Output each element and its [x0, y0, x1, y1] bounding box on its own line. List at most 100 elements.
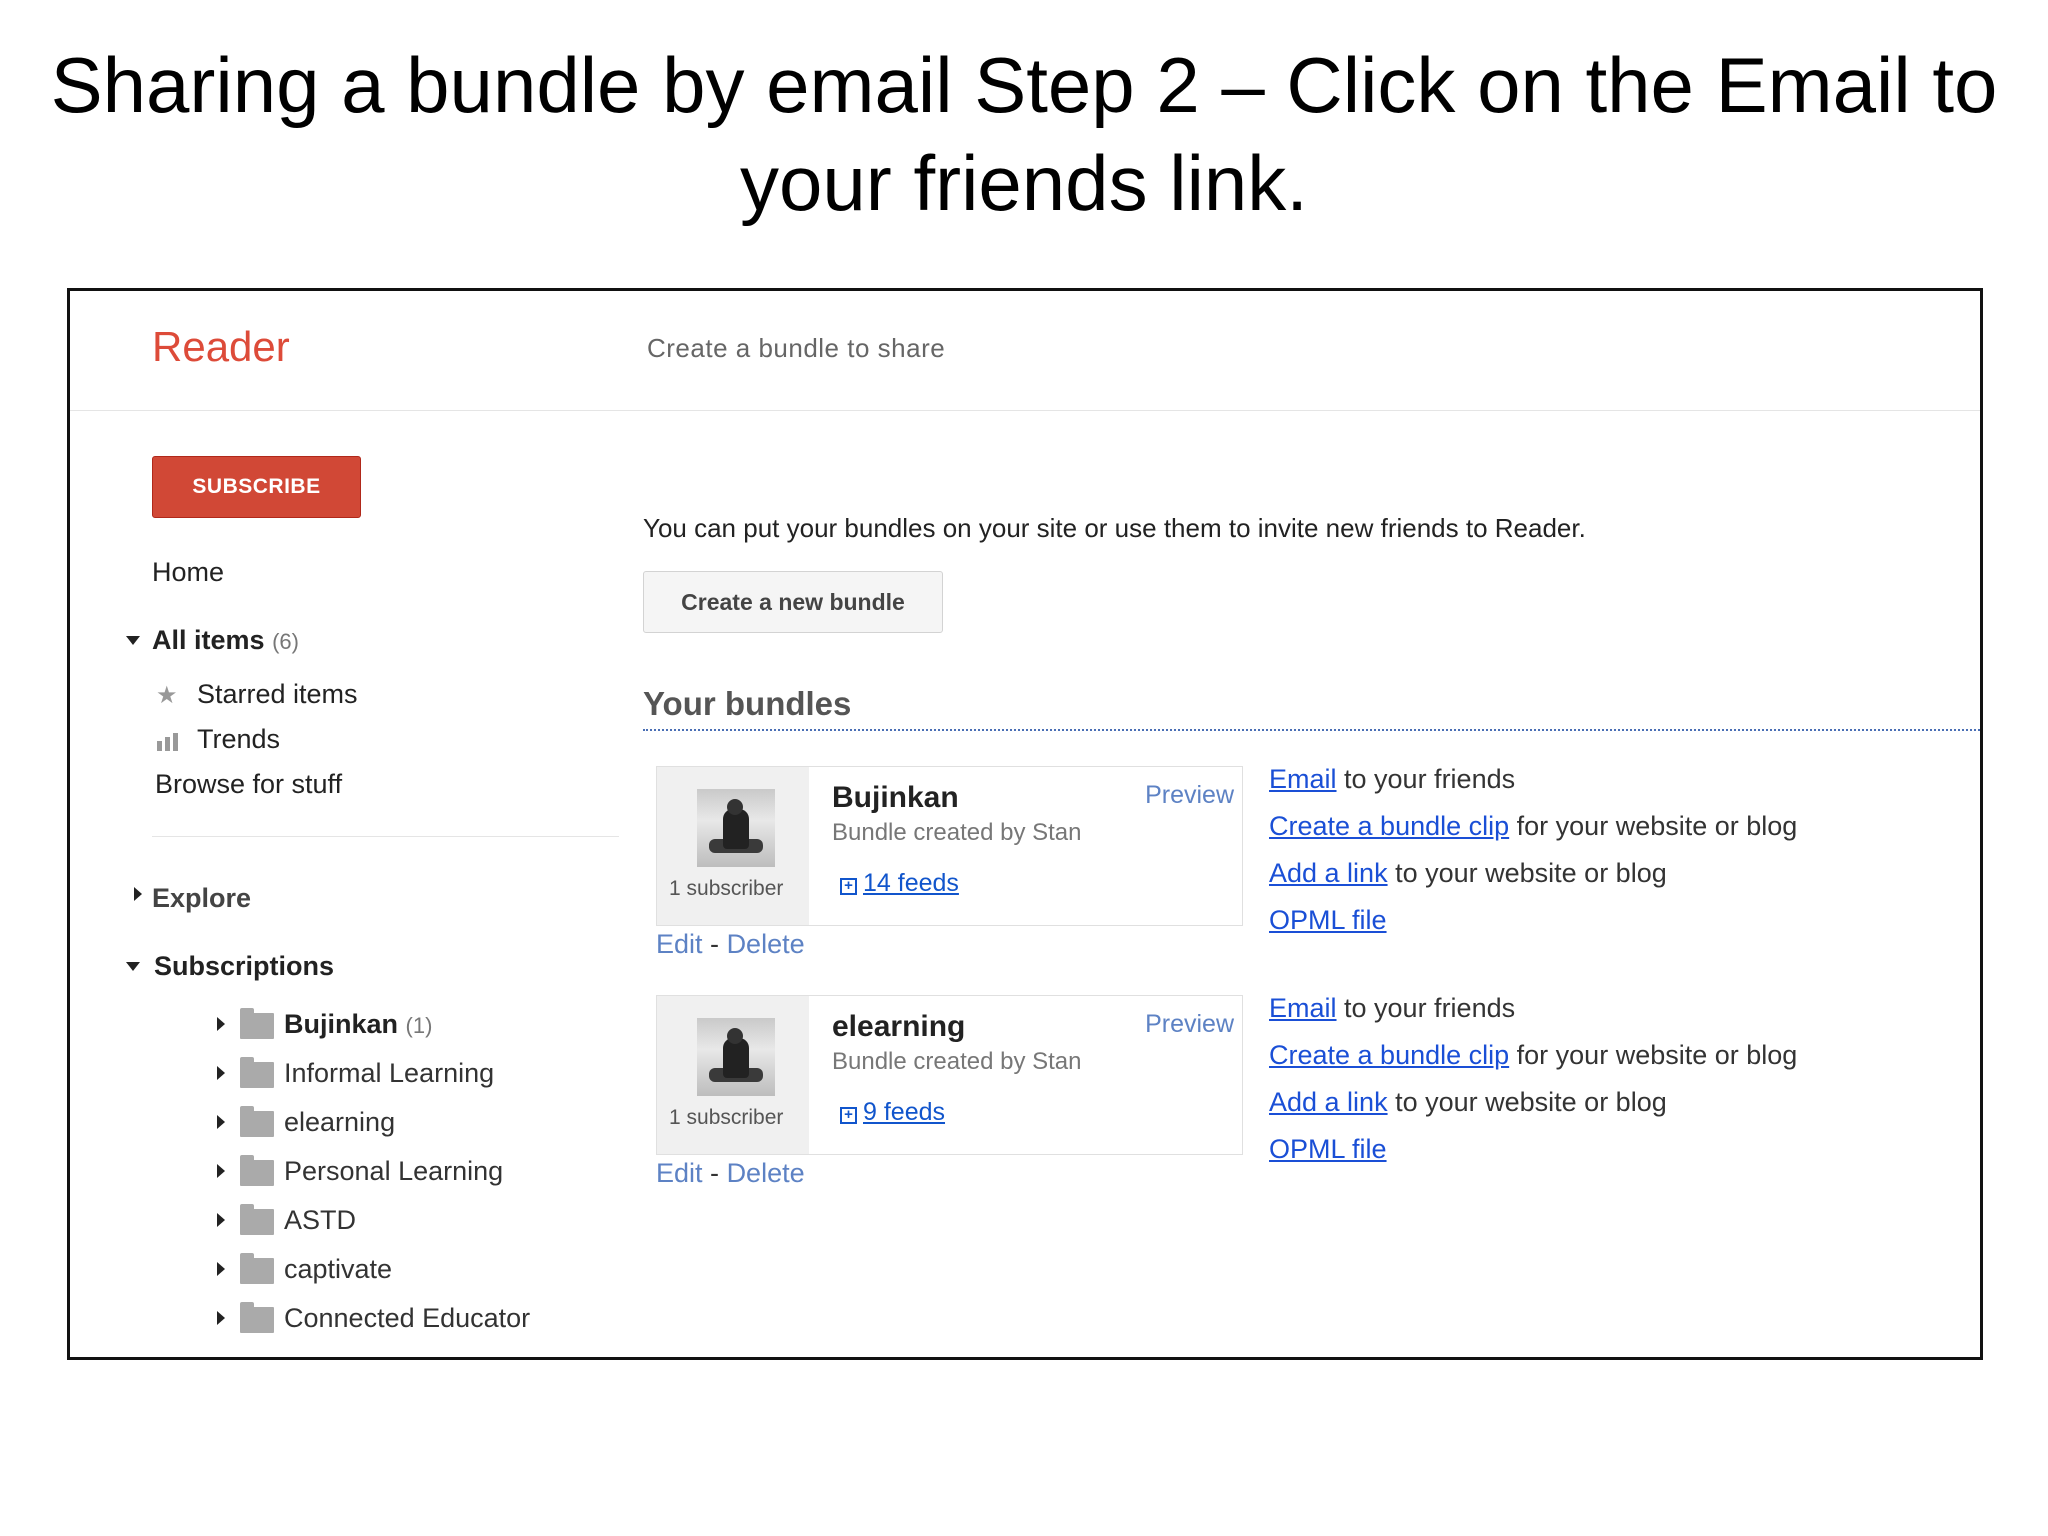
delete-link[interactable]: Delete: [727, 929, 805, 959]
bundle-creator: Bundle created by Stan: [832, 1048, 1082, 1075]
intro-text: You can put your bundles on your site or…: [643, 513, 1586, 543]
sidebar-divider: [152, 836, 619, 837]
add-link-link[interactable]: Add a link: [1269, 1087, 1388, 1117]
folder-label: elearning: [284, 1107, 396, 1137]
bundle-name: elearning: [832, 1010, 966, 1043]
folder-label: Bujinkan (1): [284, 1009, 432, 1040]
folder-icon: [240, 1008, 274, 1039]
opml-file-link[interactable]: OPML file: [1269, 1134, 1387, 1164]
folder-icon: [240, 1302, 274, 1333]
bundle-edit-row: Edit - Delete: [656, 929, 805, 960]
email-link[interactable]: Email: [1269, 993, 1337, 1023]
nav-all-items[interactable]: All items (6): [152, 625, 299, 656]
folder-label: Connected Educator: [284, 1303, 531, 1333]
subscriber-count: 1 subscriber: [669, 877, 784, 900]
expand-plus-icon: +: [840, 1107, 857, 1124]
action-text: for your website or blog: [1509, 1040, 1798, 1070]
folder-item[interactable]: Personal Learning: [142, 1154, 582, 1194]
subscriber-count: 1 subscriber: [669, 1106, 784, 1129]
folder-item[interactable]: captivate: [142, 1252, 582, 1292]
edit-link[interactable]: Edit: [656, 1158, 703, 1188]
bundle-actions: Email to your friends Create a bundle cl…: [1269, 988, 1797, 1176]
expand-arrow-icon[interactable]: [134, 887, 142, 901]
feeds-link[interactable]: +14 feeds: [840, 869, 959, 898]
star-icon: ★: [156, 682, 178, 709]
section-title: Your bundles: [643, 685, 852, 722]
action-email: Email to your friends: [1269, 988, 1797, 1035]
folder-label: captivate: [284, 1254, 393, 1284]
edit-link[interactable]: Edit: [656, 929, 703, 959]
collapse-arrow-icon[interactable]: [126, 636, 140, 645]
folder-count: (1): [405, 1013, 433, 1038]
action-opml: OPML file: [1269, 1129, 1797, 1176]
folder-icon: [240, 1106, 274, 1137]
nav-explore[interactable]: Explore: [152, 883, 251, 914]
nav-browse[interactable]: Browse for stuff: [155, 769, 342, 800]
bundle-actions: Email to your friends Create a bundle cl…: [1269, 759, 1797, 947]
expand-arrow-icon[interactable]: [217, 1066, 225, 1080]
folder-label: Personal Learning: [284, 1156, 504, 1186]
folder-label: Informal Learning: [284, 1058, 495, 1088]
feeds-link[interactable]: +9 feeds: [840, 1098, 945, 1127]
folder-label: ASTD: [284, 1205, 357, 1235]
bundle-creator: Bundle created by Stan: [832, 819, 1082, 846]
folder-icon: [240, 1155, 274, 1186]
expand-arrow-icon[interactable]: [217, 1213, 225, 1227]
subscribe-button[interactable]: SUBSCRIBE: [152, 456, 361, 518]
opml-file-link[interactable]: OPML file: [1269, 905, 1387, 935]
folder-item[interactable]: Informal Learning: [142, 1056, 582, 1096]
bundle-card: 1 subscriber elearning Bundle created by…: [656, 995, 1243, 1155]
action-add-link: Add a link to your website or blog: [1269, 853, 1797, 900]
action-text: for your website or blog: [1509, 811, 1798, 841]
nav-home[interactable]: Home: [152, 557, 224, 588]
add-link-link[interactable]: Add a link: [1269, 858, 1388, 888]
delete-link[interactable]: Delete: [727, 1158, 805, 1188]
reader-logo[interactable]: Reader: [152, 323, 290, 371]
feeds-count: 14 feeds: [863, 869, 959, 897]
bundle-clip-link[interactable]: Create a bundle clip: [1269, 811, 1509, 841]
slide-title-line-1: Sharing a bundle by email Step 2 – Click…: [50, 41, 1998, 129]
slide-title: Sharing a bundle by email Step 2 – Click…: [0, 36, 2048, 232]
bundle-name: Bujinkan: [832, 781, 959, 814]
expand-arrow-icon[interactable]: [217, 1262, 225, 1276]
create-bundle-button[interactable]: Create a new bundle: [643, 571, 943, 633]
bundle-avatar: [697, 1018, 775, 1096]
page-heading: Create a bundle to share: [647, 333, 946, 363]
expand-arrow-icon[interactable]: [217, 1115, 225, 1129]
action-add-link: Add a link to your website or blog: [1269, 1082, 1797, 1129]
action-text: to your friends: [1336, 764, 1516, 794]
folder-item[interactable]: ASTD: [142, 1203, 582, 1243]
action-bundle-clip: Create a bundle clip for your website or…: [1269, 806, 1797, 853]
action-text: to your website or blog: [1387, 858, 1667, 888]
nav-subscriptions[interactable]: Subscriptions: [154, 951, 334, 982]
action-text: to your website or blog: [1387, 1087, 1667, 1117]
bundle-card: 1 subscriber Bujinkan Bundle created by …: [656, 766, 1243, 926]
expand-arrow-icon[interactable]: [217, 1017, 225, 1031]
edit-delete-separator: -: [710, 1158, 720, 1188]
folder-item[interactable]: Connected Educator: [142, 1301, 582, 1341]
email-link[interactable]: Email: [1269, 764, 1337, 794]
folder-icon: [240, 1057, 274, 1088]
nav-all-items-label: All items: [152, 625, 265, 655]
preview-link[interactable]: Preview: [1145, 1010, 1234, 1039]
bundle-clip-link[interactable]: Create a bundle clip: [1269, 1040, 1509, 1070]
action-email: Email to your friends: [1269, 759, 1797, 806]
collapse-arrow-icon[interactable]: [126, 962, 140, 971]
action-opml: OPML file: [1269, 900, 1797, 947]
bundle-thumbnail-area: 1 subscriber: [657, 767, 809, 925]
folder-item[interactable]: Bujinkan (1): [142, 1007, 582, 1047]
bundle-edit-row: Edit - Delete: [656, 1158, 805, 1189]
reader-screenshot: Reader Create a bundle to share SUBSCRIB…: [67, 288, 1983, 1360]
folder-icon: [240, 1204, 274, 1235]
expand-plus-icon: +: [840, 878, 857, 895]
expand-arrow-icon[interactable]: [217, 1311, 225, 1325]
folder-item[interactable]: elearning: [142, 1105, 582, 1145]
expand-arrow-icon[interactable]: [217, 1164, 225, 1178]
preview-link[interactable]: Preview: [1145, 781, 1234, 810]
section-divider: [643, 729, 1980, 731]
nav-trends[interactable]: Trends: [197, 724, 280, 755]
feeds-count: 9 feeds: [863, 1098, 946, 1126]
folder-icon: [240, 1253, 274, 1284]
all-items-count: (6): [272, 629, 299, 654]
nav-starred-items[interactable]: Starred items: [197, 679, 358, 710]
